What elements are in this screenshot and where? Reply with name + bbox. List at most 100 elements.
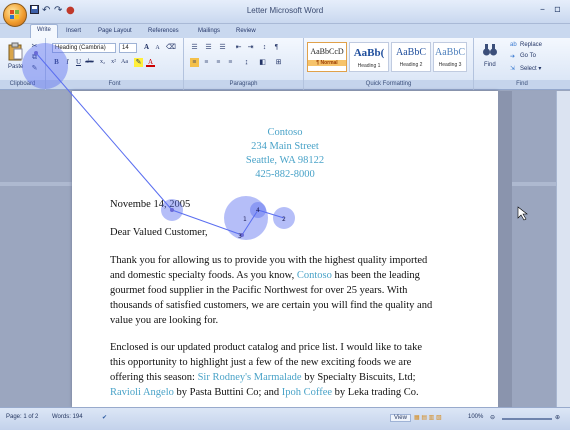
align-right-icon[interactable]: ≡ [214, 58, 223, 67]
view-layout-icons[interactable]: ▦ ▤ ▥ ▧ [414, 414, 442, 421]
paste-icon[interactable] [8, 42, 24, 62]
replace-icon[interactable]: ab [510, 42, 517, 48]
sort-icon[interactable]: ↕ [260, 43, 269, 52]
view-button[interactable]: View [390, 414, 411, 422]
proofing-icon[interactable]: ✔ [102, 414, 107, 421]
cut-icon[interactable]: ✂ [30, 42, 39, 51]
font-name-select[interactable]: Heading (Cambria) [52, 43, 116, 53]
para2-text: by Leka trading Co. [332, 387, 419, 398]
status-bar: Page: 1 of 2 Words: 194 ✔ View ▦ ▤ ▥ ▧ 1… [0, 407, 570, 430]
select-button[interactable]: Select ▾ [520, 65, 541, 72]
clipboard-group: Paste ✂ ⧉ ✎ Clipboard [0, 38, 46, 90]
vertical-scrollbar[interactable] [556, 91, 570, 407]
style-heading-3-sample: AaBbC [435, 47, 465, 58]
superscript-button[interactable]: x² [109, 58, 118, 67]
sender-phone: 425-882-8000 [255, 169, 315, 180]
font-group: Heading (Cambria) 14 A A ⌫ B I U abc x₂ … [46, 38, 184, 90]
coffee-link[interactable]: Ipoh Coffee [282, 387, 332, 398]
para2-line3: offering this season: Sir Rodney's Marma… [110, 370, 416, 385]
para2-text: offering this season: [110, 372, 198, 383]
style-heading-3-name: Heading 3 [438, 62, 462, 68]
window-title: Letter Microsoft Word [246, 6, 324, 15]
document-page[interactable]: Contoso 234 Main Street Seattle, WA 9812… [72, 91, 498, 407]
highlight-icon[interactable]: ✎ [134, 58, 143, 67]
zoom-in-icon[interactable]: ⊕ [555, 414, 560, 421]
para1-text: has been the leading [331, 270, 420, 281]
style-heading-2-sample: AaBbC [396, 47, 426, 58]
format-painter-icon[interactable]: ✎ [30, 64, 39, 73]
borders-icon[interactable]: ⊞ [274, 58, 283, 67]
tab-write[interactable]: Write [30, 24, 58, 38]
zoom-level[interactable]: 100% [468, 414, 483, 420]
goto-button[interactable]: Go To [520, 53, 536, 59]
marmalade-link[interactable]: Sir Rodney's Marmalade [198, 372, 302, 383]
subscript-button[interactable]: x₂ [98, 58, 107, 67]
style-heading-1[interactable]: AaBb( Heading 1 [349, 42, 389, 72]
style-heading-2[interactable]: AaBbC Heading 2 [391, 42, 431, 72]
ravioli-link[interactable]: Ravioli Angelo [110, 387, 174, 398]
style-heading-2-name: Heading 2 [399, 62, 423, 68]
italic-button[interactable]: I [63, 58, 72, 67]
para1-line1: Thank you for allowing us to provide you… [110, 255, 428, 266]
increase-indent-icon[interactable]: ⇥ [246, 43, 255, 52]
style-normal[interactable]: AaBbCcD ¶ Normal [307, 42, 347, 72]
grow-font-button[interactable]: A [142, 43, 151, 52]
binoculars-icon[interactable] [482, 42, 498, 58]
font-color-button[interactable]: A [146, 58, 155, 67]
shrink-font-button[interactable]: A [153, 44, 162, 53]
office-button[interactable] [3, 3, 27, 27]
align-center-icon[interactable]: ≡ [202, 58, 211, 67]
tab-mailings[interactable]: Mailings [192, 26, 226, 36]
page-count[interactable]: Page: 1 of 2 [6, 414, 38, 420]
font-size-select[interactable]: 14 [119, 43, 137, 53]
change-case-button[interactable]: Aa [120, 58, 129, 67]
strikethrough-button[interactable]: abc [85, 58, 94, 67]
contoso-link[interactable]: Contoso [297, 270, 332, 281]
select-icon[interactable]: ⇲ [510, 65, 515, 72]
goto-icon[interactable]: ➔ [510, 53, 515, 60]
letter-salutation: Dear Valued Customer, [110, 227, 208, 238]
minimize-icon[interactable]: – [540, 4, 545, 15]
replace-button[interactable]: Replace [520, 42, 542, 48]
zoom-slider[interactable] [502, 418, 552, 420]
numbering-icon[interactable]: ☰ [204, 43, 213, 52]
restore-icon[interactable]: ▫ [554, 4, 561, 15]
tab-insert[interactable]: Insert [60, 26, 87, 36]
paragraph-group: ☰ ☰ ☰ ⇤ ⇥ ↕ ¶ ≡ ≡ ≡ ≡ ↨ ◧ ⊞ Paragraph [184, 38, 304, 90]
copy-icon[interactable]: ⧉ [30, 53, 39, 62]
document-area[interactable]: Contoso 234 Main Street Seattle, WA 9812… [0, 91, 570, 407]
shading-icon[interactable]: ◧ [258, 58, 267, 67]
sender-name: Contoso [267, 127, 303, 138]
para2-text: by Specialty Biscuits, Ltd; [301, 372, 416, 383]
bold-button[interactable]: B [52, 58, 61, 67]
tab-references[interactable]: References [142, 26, 185, 36]
decrease-indent-icon[interactable]: ⇤ [234, 43, 243, 52]
para1-text: and domestic specialty foods. As you kno… [110, 270, 297, 281]
ribbon-tabs: Write Insert Page Layout References Mail… [0, 24, 570, 38]
underline-button[interactable]: U [74, 58, 83, 67]
style-heading-1-sample: AaBb( [353, 47, 385, 59]
multilevel-list-icon[interactable]: ☰ [218, 43, 227, 52]
style-heading-3[interactable]: AaBbC Heading 3 [433, 42, 467, 72]
page-margin [498, 91, 512, 407]
tab-review[interactable]: Review [230, 26, 262, 36]
editing-label: Find [474, 80, 570, 89]
editing-group: Find ab Replace ➔ Go To ⇲ Select ▾ Find [474, 38, 570, 90]
styles-group: AaBbCcD ¶ Normal AaBb( Heading 1 AaBbC H… [304, 38, 474, 90]
zoom-out-icon[interactable]: ⊖ [490, 414, 495, 421]
tab-page-layout[interactable]: Page Layout [92, 26, 138, 36]
line-spacing-icon[interactable]: ↨ [242, 58, 251, 67]
para2-line1: Enclosed is our updated product catalog … [110, 342, 422, 353]
para1-line4: thousands of satisfied customers, we are… [110, 300, 433, 311]
word-count[interactable]: Words: 194 [52, 414, 83, 420]
title-bar: ↶ ↷ ● Letter Microsoft Word – ▫ [0, 0, 570, 27]
justify-icon[interactable]: ≡ [226, 58, 235, 67]
find-button[interactable]: Find [484, 62, 496, 68]
paste-button[interactable]: Paste [8, 64, 23, 70]
show-marks-icon[interactable]: ¶ [272, 43, 281, 52]
clear-format-icon[interactable]: ⌫ [166, 43, 176, 52]
sender-city: Seattle, WA 98122 [245, 155, 325, 166]
bullets-icon[interactable]: ☰ [190, 43, 199, 52]
align-left-icon[interactable]: ≡ [190, 58, 199, 67]
para1-line5: value you are looking for. [110, 315, 219, 326]
